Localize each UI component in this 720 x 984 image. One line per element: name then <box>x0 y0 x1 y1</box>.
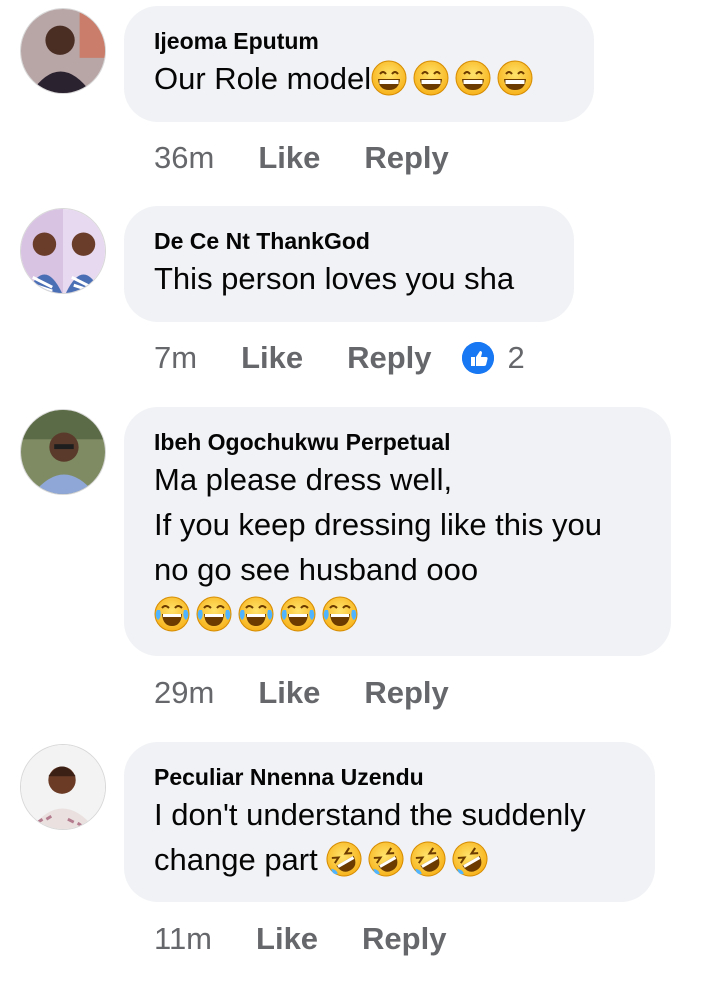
comment-actions: 11m Like Reply <box>154 917 490 961</box>
reply-button[interactable]: Reply <box>347 340 431 376</box>
avatar[interactable] <box>20 744 106 830</box>
face-with-tears-of-joy-emoji-icon <box>154 596 190 632</box>
comment-actions: 29m Like Reply <box>154 671 493 715</box>
grinning-face-emoji-icon <box>455 60 491 96</box>
comment-timestamp: 29m <box>154 675 215 710</box>
comment-bubble[interactable]: Ibeh Ogochukwu Perpetual Ma please dress… <box>124 407 671 656</box>
avatar[interactable] <box>20 8 106 94</box>
comment-actions: 7m Like Reply 2 <box>154 336 525 380</box>
rolling-on-floor-laughing-emoji-icon <box>452 841 488 877</box>
comment-text: I don't understand the suddenly <box>154 797 586 832</box>
comment-author[interactable]: Peculiar Nnenna Uzendu <box>154 762 625 792</box>
rolling-on-floor-laughing-emoji-icon <box>410 841 446 877</box>
like-button[interactable]: Like <box>258 675 320 711</box>
comment-text: Ma please dress well, <box>154 462 453 497</box>
like-button[interactable]: Like <box>256 921 318 957</box>
comment-text: change part <box>154 842 318 877</box>
reply-button[interactable]: Reply <box>364 140 448 176</box>
grinning-face-emoji-icon <box>497 60 533 96</box>
face-with-tears-of-joy-emoji-icon <box>322 596 358 632</box>
comment-timestamp: 7m <box>154 340 198 375</box>
comment-timestamp: 11m <box>154 921 213 956</box>
comment-text: If you keep dressing like this you <box>154 507 603 542</box>
avatar[interactable] <box>20 208 106 294</box>
like-button[interactable]: Like <box>258 140 320 176</box>
comment-bubble[interactable]: Peculiar Nnenna Uzendu I don't understan… <box>124 742 655 902</box>
comment-author[interactable]: De Ce Nt ThankGod <box>154 226 544 256</box>
reply-button[interactable]: Reply <box>364 675 448 711</box>
face-with-tears-of-joy-emoji-icon <box>238 596 274 632</box>
face-with-tears-of-joy-emoji-icon <box>280 596 316 632</box>
emoji-row <box>326 842 494 877</box>
emoji-row <box>154 592 641 637</box>
face-with-tears-of-joy-emoji-icon <box>196 596 232 632</box>
avatar[interactable] <box>20 409 106 495</box>
comment-bubble[interactable]: De Ce Nt ThankGod This person loves you … <box>124 206 574 322</box>
emoji-row <box>371 61 539 96</box>
reply-button[interactable]: Reply <box>362 921 446 957</box>
comment-actions: 36m Like Reply <box>154 136 493 180</box>
like-reaction-icon <box>461 342 494 374</box>
comment-bubble[interactable]: Ijeoma Eputum Our Role model <box>124 6 594 122</box>
like-button[interactable]: Like <box>241 340 303 376</box>
comment-author[interactable]: Ijeoma Eputum <box>154 26 564 56</box>
comment-author[interactable]: Ibeh Ogochukwu Perpetual <box>154 427 641 457</box>
reaction-summary[interactable]: 2 <box>461 340 525 376</box>
comment-text: Our Role model <box>154 61 372 96</box>
grinning-face-emoji-icon <box>413 60 449 96</box>
grinning-face-emoji-icon <box>371 60 407 96</box>
comment-text: no go see husband ooo <box>154 552 479 587</box>
comment-timestamp: 36m <box>154 140 215 175</box>
rolling-on-floor-laughing-emoji-icon <box>326 841 362 877</box>
rolling-on-floor-laughing-emoji-icon <box>368 841 404 877</box>
comment-text: This person loves you sha <box>154 261 515 296</box>
reaction-count: 2 <box>507 340 525 375</box>
